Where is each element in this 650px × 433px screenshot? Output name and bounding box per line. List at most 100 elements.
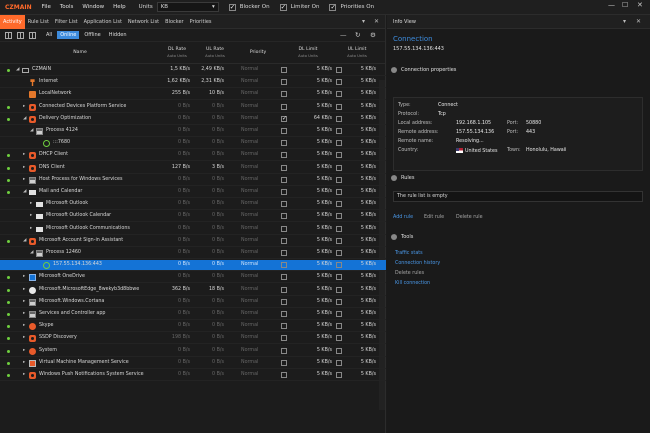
table-row[interactable]: :::7680 0 B/s 0 B/s Normal 5 KB/s 5 KB/s (0, 138, 386, 150)
row-ul-limit[interactable]: 5 KB/s (348, 79, 376, 84)
row-ul-limit[interactable]: 5 KB/s (348, 104, 376, 109)
ul-limit-checkbox[interactable] (336, 250, 342, 256)
ul-limit-checkbox[interactable] (336, 152, 342, 159)
row-ul-limit[interactable]: 5 KB/s (348, 226, 376, 231)
ul-limit-checkbox[interactable] (336, 335, 342, 342)
table-row[interactable]: ◢ Mail and Calendar 0 B/s 0 B/s Normal 5 KB/s… (0, 187, 386, 198)
row-ul-limit[interactable]: 5 KB/s (348, 335, 376, 340)
table-row[interactable]: ▸ Microsoft.Windows.Cortana 0 B/s 0 B/s Norm… (0, 297, 386, 308)
row-ul-limit[interactable]: 5 KB/s (348, 91, 376, 96)
expand-right-icon[interactable]: ▸ (23, 323, 25, 328)
ul-limit-checkbox[interactable] (336, 347, 342, 354)
ul-limit-checkbox[interactable] (336, 128, 342, 134)
row-ul-limit[interactable]: 5 KB/s (348, 152, 376, 157)
tab-activity[interactable]: Activity (0, 14, 25, 29)
row-dl-limit[interactable]: 5 KB/s (300, 262, 332, 267)
table-row[interactable]: ▸ SSDP Discovery 198 B/s 0 B/s Normal 5 KB/s 5… (0, 333, 386, 345)
expand-down-icon[interactable]: ◢ (23, 116, 26, 121)
col-priority[interactable]: Priority (240, 50, 276, 56)
menu-tools[interactable]: Tools (60, 4, 74, 10)
ul-limit-checkbox[interactable] (336, 323, 342, 330)
tab-filter-list[interactable]: Filter List (52, 15, 81, 29)
row-ul-limit[interactable]: 5 KB/s (348, 177, 376, 182)
maximize-icon[interactable]: ☐ (622, 1, 628, 9)
row-ul-limit[interactable]: 5 KB/s (348, 287, 376, 292)
expand-right-icon[interactable]: ▸ (23, 299, 25, 304)
expand-right-icon[interactable]: ▸ (23, 177, 25, 182)
row-priority[interactable]: Normal (241, 287, 258, 292)
section-tools[interactable]: Tools (391, 233, 413, 240)
row-dl-limit[interactable]: 5 KB/s (300, 79, 332, 84)
collapse-icon[interactable]: — (340, 31, 347, 39)
ul-limit-checkbox[interactable] (336, 372, 342, 378)
ul-limit-checkbox[interactable] (336, 176, 342, 183)
table-row[interactable]: ◢ Process 12460 0 B/s 0 B/s Normal 5 KB/s 5 KB… (0, 248, 386, 259)
add-rule-link[interactable]: Add rule (393, 215, 413, 220)
edit-rule-link[interactable]: Edit rule (424, 215, 444, 220)
table-row[interactable]: ▸ Microsoft OneDrive 0 B/s 0 B/s Normal 5 KB/… (0, 272, 386, 284)
row-dl-limit[interactable]: 5 KB/s (300, 360, 332, 365)
filter-offline[interactable]: Offline (81, 31, 103, 39)
row-ul-limit[interactable]: 5 KB/s (348, 67, 376, 72)
dl-limit-checkbox[interactable] (281, 311, 287, 317)
row-ul-limit[interactable]: 5 KB/s (348, 116, 376, 121)
list-view-icon[interactable] (17, 31, 24, 39)
row-dl-limit[interactable]: 5 KB/s (300, 213, 332, 218)
row-dl-limit[interactable]: 5 KB/s (300, 226, 332, 231)
dl-limit-checkbox[interactable] (281, 189, 287, 195)
dl-limit-checkbox[interactable] (281, 164, 287, 171)
close-info-icon[interactable]: ✕ (636, 18, 641, 25)
ul-limit-checkbox[interactable] (336, 115, 342, 122)
expand-right-icon[interactable]: ▸ (23, 360, 25, 365)
row-dl-limit[interactable]: 5 KB/s (300, 335, 332, 340)
row-priority[interactable]: Normal (241, 140, 258, 145)
table-row[interactable]: ▸ Skype 0 B/s 0 B/s Normal 5 KB/s 5 KB/s (0, 321, 386, 333)
row-ul-limit[interactable]: 5 KB/s (348, 201, 376, 206)
row-ul-limit[interactable]: 5 KB/s (348, 372, 376, 377)
menu-window[interactable]: Window (82, 4, 104, 10)
ul-limit-checkbox[interactable] (336, 164, 342, 171)
row-priority[interactable]: Normal (241, 372, 258, 377)
table-row[interactable]: ▸ System 0 B/s 0 B/s Normal 5 KB/s 5 KB/s (0, 346, 386, 357)
dl-limit-checkbox[interactable] (281, 359, 287, 366)
ul-limit-checkbox[interactable] (336, 286, 342, 293)
row-priority[interactable]: Normal (241, 189, 258, 194)
row-priority[interactable]: Normal (241, 348, 258, 353)
row-ul-limit[interactable]: 5 KB/s (348, 299, 376, 304)
expand-right-icon[interactable]: ▸ (23, 274, 25, 279)
row-dl-limit[interactable]: 5 KB/s (300, 323, 332, 328)
units-select[interactable]: KB ▾ (156, 2, 219, 12)
row-ul-limit[interactable]: 5 KB/s (348, 213, 376, 218)
row-dl-limit[interactable]: 5 KB/s (300, 165, 332, 170)
ul-limit-checkbox[interactable] (336, 201, 342, 208)
expand-right-icon[interactable]: ▸ (23, 287, 25, 292)
ul-limit-checkbox[interactable] (336, 237, 342, 244)
priorities-on-toggle[interactable]: Priorities On (329, 3, 374, 11)
tree-view-icon[interactable] (29, 31, 36, 39)
ul-limit-checkbox[interactable] (336, 213, 342, 220)
tab-rule-list[interactable]: Rule List (25, 15, 52, 29)
tab-priorities[interactable]: Priorities (187, 15, 215, 29)
col-ul-rate[interactable]: UL Rate Auto Units (198, 47, 232, 59)
row-priority[interactable]: Normal (241, 104, 258, 109)
table-row[interactable]: ◢ Process 4124 0 B/s 0 B/s Normal 5 KB/s 5 KB/… (0, 126, 386, 137)
dl-limit-checkbox[interactable] (281, 79, 287, 86)
dl-limit-checkbox[interactable] (281, 274, 287, 281)
filter-online[interactable]: Online (57, 31, 80, 39)
row-priority[interactable]: Normal (241, 213, 258, 218)
row-ul-limit[interactable]: 5 KB/s (348, 250, 376, 255)
row-priority[interactable]: Normal (241, 177, 258, 182)
row-priority[interactable]: Normal (241, 128, 258, 133)
dl-limit-checkbox[interactable] (281, 91, 287, 98)
row-ul-limit[interactable]: 5 KB/s (348, 323, 376, 328)
dl-limit-checkbox[interactable] (281, 335, 287, 342)
ul-limit-checkbox[interactable] (336, 189, 342, 195)
table-row[interactable]: ◢ CZMAIN 1,5 KB/s 2,49 KB/s Normal 5 KB/s 5 KB… (0, 65, 386, 76)
expand-down-icon[interactable]: ◢ (16, 67, 19, 72)
dl-limit-checkbox[interactable] (281, 128, 287, 134)
row-dl-limit[interactable]: 5 KB/s (300, 250, 332, 255)
close-window-icon[interactable]: ✕ (637, 1, 643, 9)
tab-application-list[interactable]: Application List (81, 15, 125, 29)
expand-down-icon[interactable]: ◢ (23, 189, 26, 194)
grid-view-icon[interactable] (5, 31, 12, 39)
